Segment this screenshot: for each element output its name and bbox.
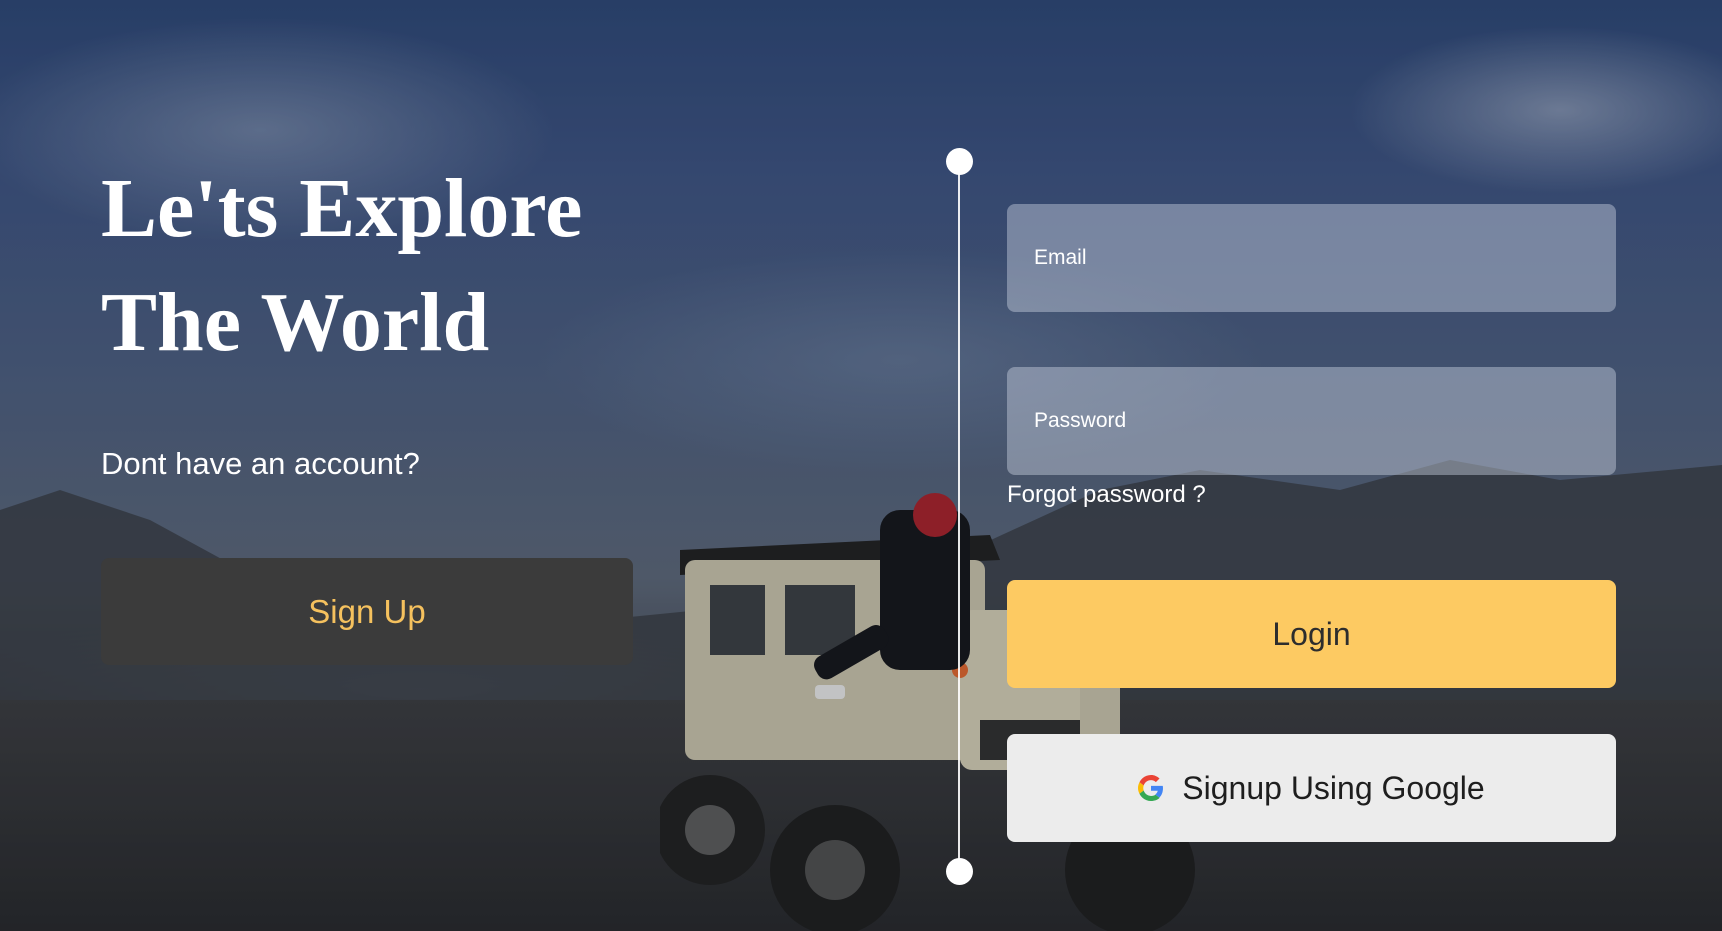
google-icon (1138, 775, 1164, 801)
vertical-divider (958, 162, 960, 872)
divider-bottom-dot (946, 858, 973, 885)
google-signup-label: Signup Using Google (1182, 769, 1485, 806)
hero-headline: Le'ts Explore The World (101, 152, 582, 380)
hero-headline-line2: The World (101, 276, 490, 369)
hero-headline-line1: Le'ts Explore (101, 162, 583, 255)
password-field[interactable] (1007, 367, 1616, 475)
google-signup-button[interactable]: Signup Using Google (1007, 734, 1616, 842)
no-account-text: Dont have an account? (101, 446, 420, 481)
email-field[interactable] (1007, 204, 1616, 312)
forgot-password-link[interactable]: Forgot password ? (1007, 481, 1206, 509)
signup-button[interactable]: Sign Up (101, 558, 633, 665)
login-button[interactable]: Login (1007, 580, 1616, 688)
divider-top-dot (946, 148, 973, 175)
